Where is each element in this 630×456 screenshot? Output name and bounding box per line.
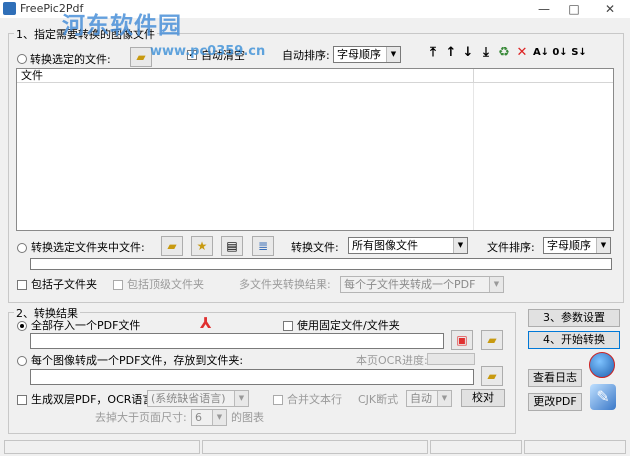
move-down-icon[interactable]: ↓ [460, 45, 476, 61]
merge-lines-checkbox[interactable] [273, 395, 283, 405]
auto-sort-select[interactable]: 字母顺序 ▼ [333, 46, 401, 63]
cjk-label: CJK断式 [358, 393, 399, 406]
status-pane-3 [430, 440, 522, 454]
pdf-file-button[interactable]: ▣ [451, 330, 473, 350]
chevron-down-icon: ▼ [234, 391, 248, 406]
second-column-header[interactable] [473, 69, 613, 83]
status-pane-1 [4, 440, 200, 454]
radio-selected-files[interactable] [17, 54, 27, 64]
remove-size-label: 去掉大于页面尺寸: [95, 411, 187, 424]
radio-selected-files-label: 转换选定的文件: [30, 53, 111, 66]
dual-layer-checkbox[interactable] [17, 395, 27, 405]
app-icon [3, 2, 16, 15]
stack-icon: ≣ [257, 239, 269, 253]
watermark-url: www.pc0359.cn [150, 44, 266, 59]
radio-selected-folder-label: 转换选定文件夹中文件: [31, 241, 145, 254]
add-files-button[interactable]: ▰ [130, 47, 152, 67]
file-sort-select[interactable]: 字母顺序 ▼ [543, 237, 611, 254]
ocr-progress-label: 本页OCR进度: [356, 354, 428, 367]
stack-button[interactable]: ≣ [252, 236, 274, 256]
tools-icon[interactable]: ✎ [590, 384, 616, 410]
include-subfolders-checkbox[interactable] [17, 280, 27, 290]
ocr-language-select[interactable]: (系统缺省语言) ▼ [147, 390, 249, 407]
maximize-button[interactable]: □ [560, 0, 588, 18]
radio-all-one-pdf-label: 全部存入一个PDF文件 [31, 319, 141, 332]
move-top-icon[interactable]: ⤒ [425, 45, 441, 61]
document-icon: ▤ [226, 239, 238, 253]
document-button[interactable]: ▤ [221, 236, 243, 256]
include-top-folder-checkbox[interactable] [113, 280, 123, 290]
view-log-button[interactable]: 查看日志 [528, 369, 582, 387]
merge-lines-label: 合并文本行 [287, 393, 342, 406]
sort-az-icon[interactable]: A↓ [532, 45, 550, 61]
include-top-folder-label: 包括顶级文件夹 [127, 278, 204, 291]
folder-path-input[interactable] [30, 258, 612, 270]
status-pane-2 [202, 440, 428, 454]
pdf-file-icon: ▣ [456, 333, 468, 347]
radio-each-pdf-label: 每个图像转成一个PDF文件，存放到文件夹: [31, 354, 244, 367]
dual-layer-label: 生成双层PDF，OCR语言: [31, 393, 158, 406]
sort-size-icon[interactable]: S↓ [570, 45, 588, 61]
watermark-site: 河东软件园 [62, 13, 182, 39]
chevron-down-icon: ▼ [453, 238, 467, 253]
folder-open-icon: ▰ [487, 333, 497, 347]
globe-icon[interactable] [589, 352, 615, 378]
sort-09-icon[interactable]: 0↓ [551, 45, 569, 61]
move-up-icon[interactable]: ↑ [443, 45, 459, 61]
modify-pdf-button[interactable]: 更改PDF [528, 393, 582, 411]
clean-icon[interactable]: ♻ [496, 45, 512, 61]
chevron-down-icon: ▼ [489, 277, 503, 292]
radio-each-pdf[interactable] [17, 356, 27, 366]
use-fixed-folder-label: 使用固定文件/文件夹 [297, 319, 400, 332]
radio-all-one-pdf[interactable] [17, 321, 27, 331]
calibrate-button[interactable]: 校对 [461, 389, 505, 407]
each-output-folder-input[interactable] [30, 369, 474, 385]
cjk-select[interactable]: 自动 ▼ [406, 390, 452, 407]
folder-star-icon: ★ [196, 239, 208, 253]
delete-icon[interactable]: ✕ [514, 45, 530, 61]
pdf-output-input[interactable] [30, 333, 444, 349]
folder-open-icon: ▰ [487, 369, 497, 383]
minimize-button[interactable]: — [530, 0, 558, 18]
start-convert-button[interactable]: 4、开始转换 [528, 331, 620, 349]
chevron-down-icon: ▼ [386, 47, 400, 62]
ocr-progress-bar [427, 353, 475, 365]
multi-folder-label: 多文件夹转换结果: [239, 278, 331, 291]
convert-files-label: 转换文件: [291, 241, 339, 254]
folder-star-button[interactable]: ★ [191, 236, 213, 256]
output-folder-button[interactable]: ▰ [481, 330, 503, 350]
close-button[interactable]: ✕ [596, 0, 624, 18]
column-divider [473, 83, 474, 230]
chevron-down-icon: ▼ [596, 238, 610, 253]
convert-files-select[interactable]: 所有图像文件 ▼ [348, 237, 468, 254]
include-subfolders-label: 包括子文件夹 [31, 278, 97, 291]
each-folder-button[interactable]: ▰ [481, 366, 503, 386]
status-pane-4 [524, 440, 626, 454]
radio-selected-folder[interactable] [17, 243, 27, 253]
folder-open-icon: ▰ [136, 50, 146, 64]
file-column-header[interactable]: 文件 [17, 69, 473, 83]
file-sort-label: 文件排序: [487, 241, 535, 254]
folder-open-icon: ▰ [167, 239, 177, 253]
file-list[interactable]: 文件 [16, 68, 614, 231]
remove-size-suffix: 的图表 [231, 411, 264, 424]
pdf-icon: ⅄ [200, 314, 212, 332]
auto-sort-label: 自动排序: [282, 49, 330, 62]
chevron-down-icon: ▼ [212, 410, 226, 425]
params-button[interactable]: 3、参数设置 [528, 309, 620, 327]
browse-folder-button[interactable]: ▰ [161, 236, 183, 256]
chevron-down-icon: ▼ [437, 391, 451, 406]
move-bottom-icon[interactable]: ⤓ [478, 45, 494, 61]
multi-folder-select[interactable]: 每个子文件夹转成一个PDF ▼ [340, 276, 504, 293]
remove-size-select[interactable]: 6 ▼ [191, 409, 227, 426]
use-fixed-folder-checkbox[interactable] [283, 321, 293, 331]
